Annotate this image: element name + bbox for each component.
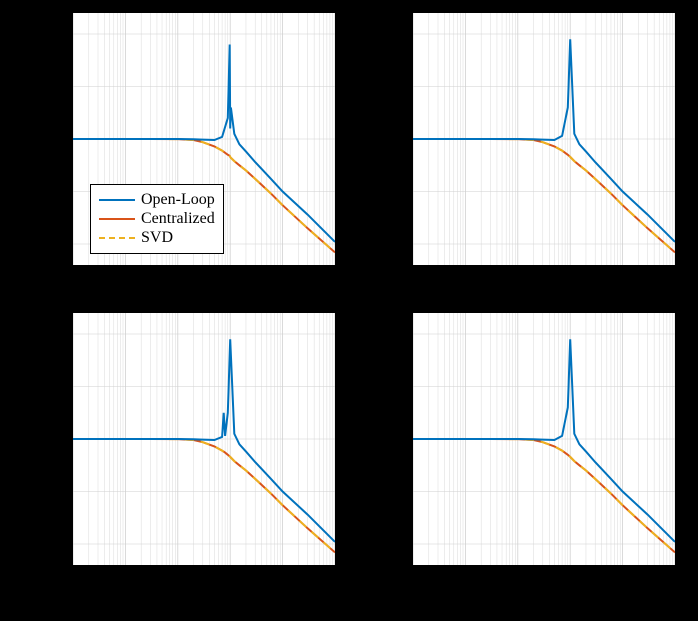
xtick: 100 (508, 568, 526, 586)
legend-swatch (99, 218, 135, 220)
xlabel: Frequency (rad/s) (141, 288, 254, 306)
xtick: 102 (612, 268, 630, 286)
legend: Open-LoopCentralizedSVD (90, 184, 224, 254)
chart-panel-G12 (412, 12, 676, 266)
ytick: 0 (366, 430, 406, 446)
ytick: 100 (366, 325, 406, 341)
legend-label: Open-Loop (141, 191, 215, 209)
xlabel: Frequency (rad/s) (141, 588, 254, 606)
xtick: 102 (272, 268, 290, 286)
xtick: 10-2 (401, 568, 423, 586)
xtick: 10-2 (401, 268, 423, 286)
ytick: 100 (26, 325, 66, 341)
xtick: 102 (272, 568, 290, 586)
legend-label: SVD (141, 229, 173, 247)
xtick: 100 (508, 268, 526, 286)
legend-swatch (99, 199, 135, 201)
ytick: 100 (366, 25, 406, 41)
legend-item: Open-Loop (99, 191, 215, 209)
ytick: 0 (26, 430, 66, 446)
xlabel: Frequency (rad/s) (481, 588, 594, 606)
ytick: 0 (366, 130, 406, 146)
ytick: -100 (26, 235, 66, 251)
ytick: -100 (366, 235, 406, 251)
chart-svg (413, 313, 675, 565)
chart-panel-G21 (72, 312, 336, 566)
chart-svg (413, 13, 675, 265)
legend-label: Centralized (141, 210, 215, 228)
chart-panel-G22 (412, 312, 676, 566)
xtick: 100 (168, 568, 186, 586)
ytick: 0 (26, 130, 66, 146)
xtick: 10-2 (61, 268, 83, 286)
ytick: 100 (26, 25, 66, 41)
legend-item: Centralized (99, 210, 215, 228)
xtick: 100 (168, 268, 186, 286)
ytick: -100 (366, 535, 406, 551)
xtick: 10-2 (61, 568, 83, 586)
legend-swatch (99, 237, 135, 239)
legend-item: SVD (99, 229, 215, 247)
ytick: -100 (26, 535, 66, 551)
xlabel: Frequency (rad/s) (481, 288, 594, 306)
xtick: 102 (612, 568, 630, 586)
chart-svg (73, 313, 335, 565)
